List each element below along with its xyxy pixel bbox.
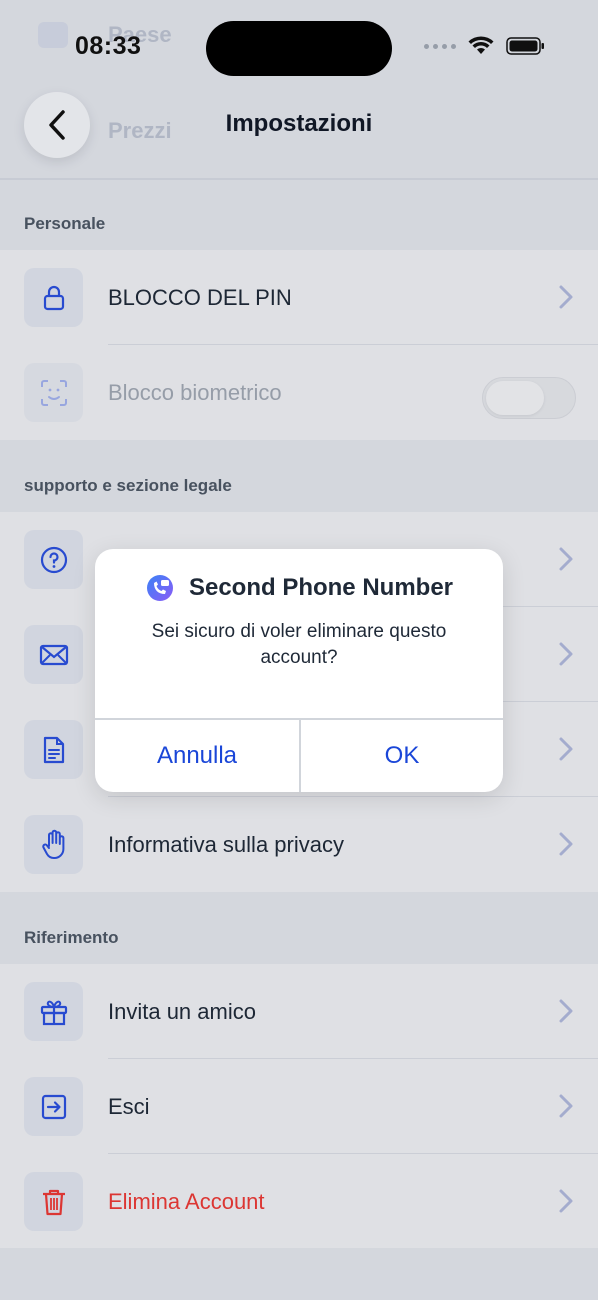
mail-icon: [24, 625, 83, 684]
lock-icon: [24, 268, 83, 327]
dialog-title: Second Phone Number: [188, 574, 454, 601]
settings-row-privacy[interactable]: Informativa sulla privacy: [0, 797, 598, 892]
cancel-button[interactable]: Annulla: [95, 719, 299, 792]
help-icon: [24, 530, 83, 589]
app-logo-icon: [146, 575, 173, 601]
chevron-right-icon: [559, 1094, 573, 1118]
face-id-icon: [24, 363, 83, 422]
trash-icon: [24, 1172, 83, 1231]
chevron-right-icon: [559, 832, 573, 856]
chevron-right-icon: [559, 1189, 573, 1213]
group-personal: BLOCCO DEL PIN Blocco biometrico: [0, 250, 598, 440]
settings-row-label: Esci: [108, 1093, 150, 1119]
settings-row-label: Elimina Account: [108, 1188, 265, 1214]
wifi-icon: [468, 36, 494, 54]
dynamic-island: [206, 21, 392, 76]
page-title: Impostazioni: [225, 110, 373, 137]
settings-row-pin-lock[interactable]: BLOCCO DEL PIN: [0, 250, 598, 345]
toggle-knob: [486, 381, 544, 415]
status-bar: Paese 08:33: [0, 0, 598, 96]
ghost-flag-icon: [38, 22, 68, 48]
biometric-toggle[interactable]: [482, 377, 576, 419]
battery-icon: [506, 37, 544, 55]
status-icons: [424, 36, 546, 56]
settings-row-biometric-lock: Blocco biometrico: [0, 345, 598, 440]
navigation-header: Prezzi Impostazioni: [0, 92, 598, 178]
chevron-right-icon: [559, 999, 573, 1023]
bottom-area: [0, 1248, 598, 1300]
section-label-personal: Personale: [24, 214, 106, 233]
chevron-right-icon: [559, 642, 573, 666]
status-time: 08:33: [75, 32, 142, 60]
hand-icon: [24, 815, 83, 874]
group-referral: Invita un amico Esci Elimina Account: [0, 964, 598, 1249]
gift-icon: [24, 982, 83, 1041]
dialog-header: Second Phone Number: [95, 573, 503, 603]
confirm-dialog: Second Phone Number Sei sicuro di voler …: [95, 549, 503, 792]
settings-row-delete-account[interactable]: Elimina Account: [0, 1154, 598, 1249]
dialog-message: Sei sicuro di voler eliminare questo acc…: [151, 621, 447, 668]
document-icon: [24, 720, 83, 779]
ok-button[interactable]: OK: [300, 719, 503, 792]
settings-row-logout[interactable]: Esci: [0, 1059, 598, 1154]
header-divider: [0, 178, 598, 180]
chevron-right-icon: [559, 285, 573, 309]
logout-icon: [24, 1077, 83, 1136]
chevron-right-icon: [559, 737, 573, 761]
settings-row-label: Blocco biometrico: [108, 379, 282, 405]
settings-row-label: Invita un amico: [108, 998, 256, 1024]
signal-dots-icon: [424, 43, 456, 49]
section-label-referral: Riferimento: [24, 928, 119, 947]
settings-row-invite[interactable]: Invita un amico: [0, 964, 598, 1059]
settings-row-label: Informativa sulla privacy: [108, 831, 344, 857]
section-label-support: supporto e sezione legale: [24, 476, 232, 495]
chevron-right-icon: [559, 547, 573, 571]
settings-row-label: BLOCCO DEL PIN: [108, 284, 292, 310]
